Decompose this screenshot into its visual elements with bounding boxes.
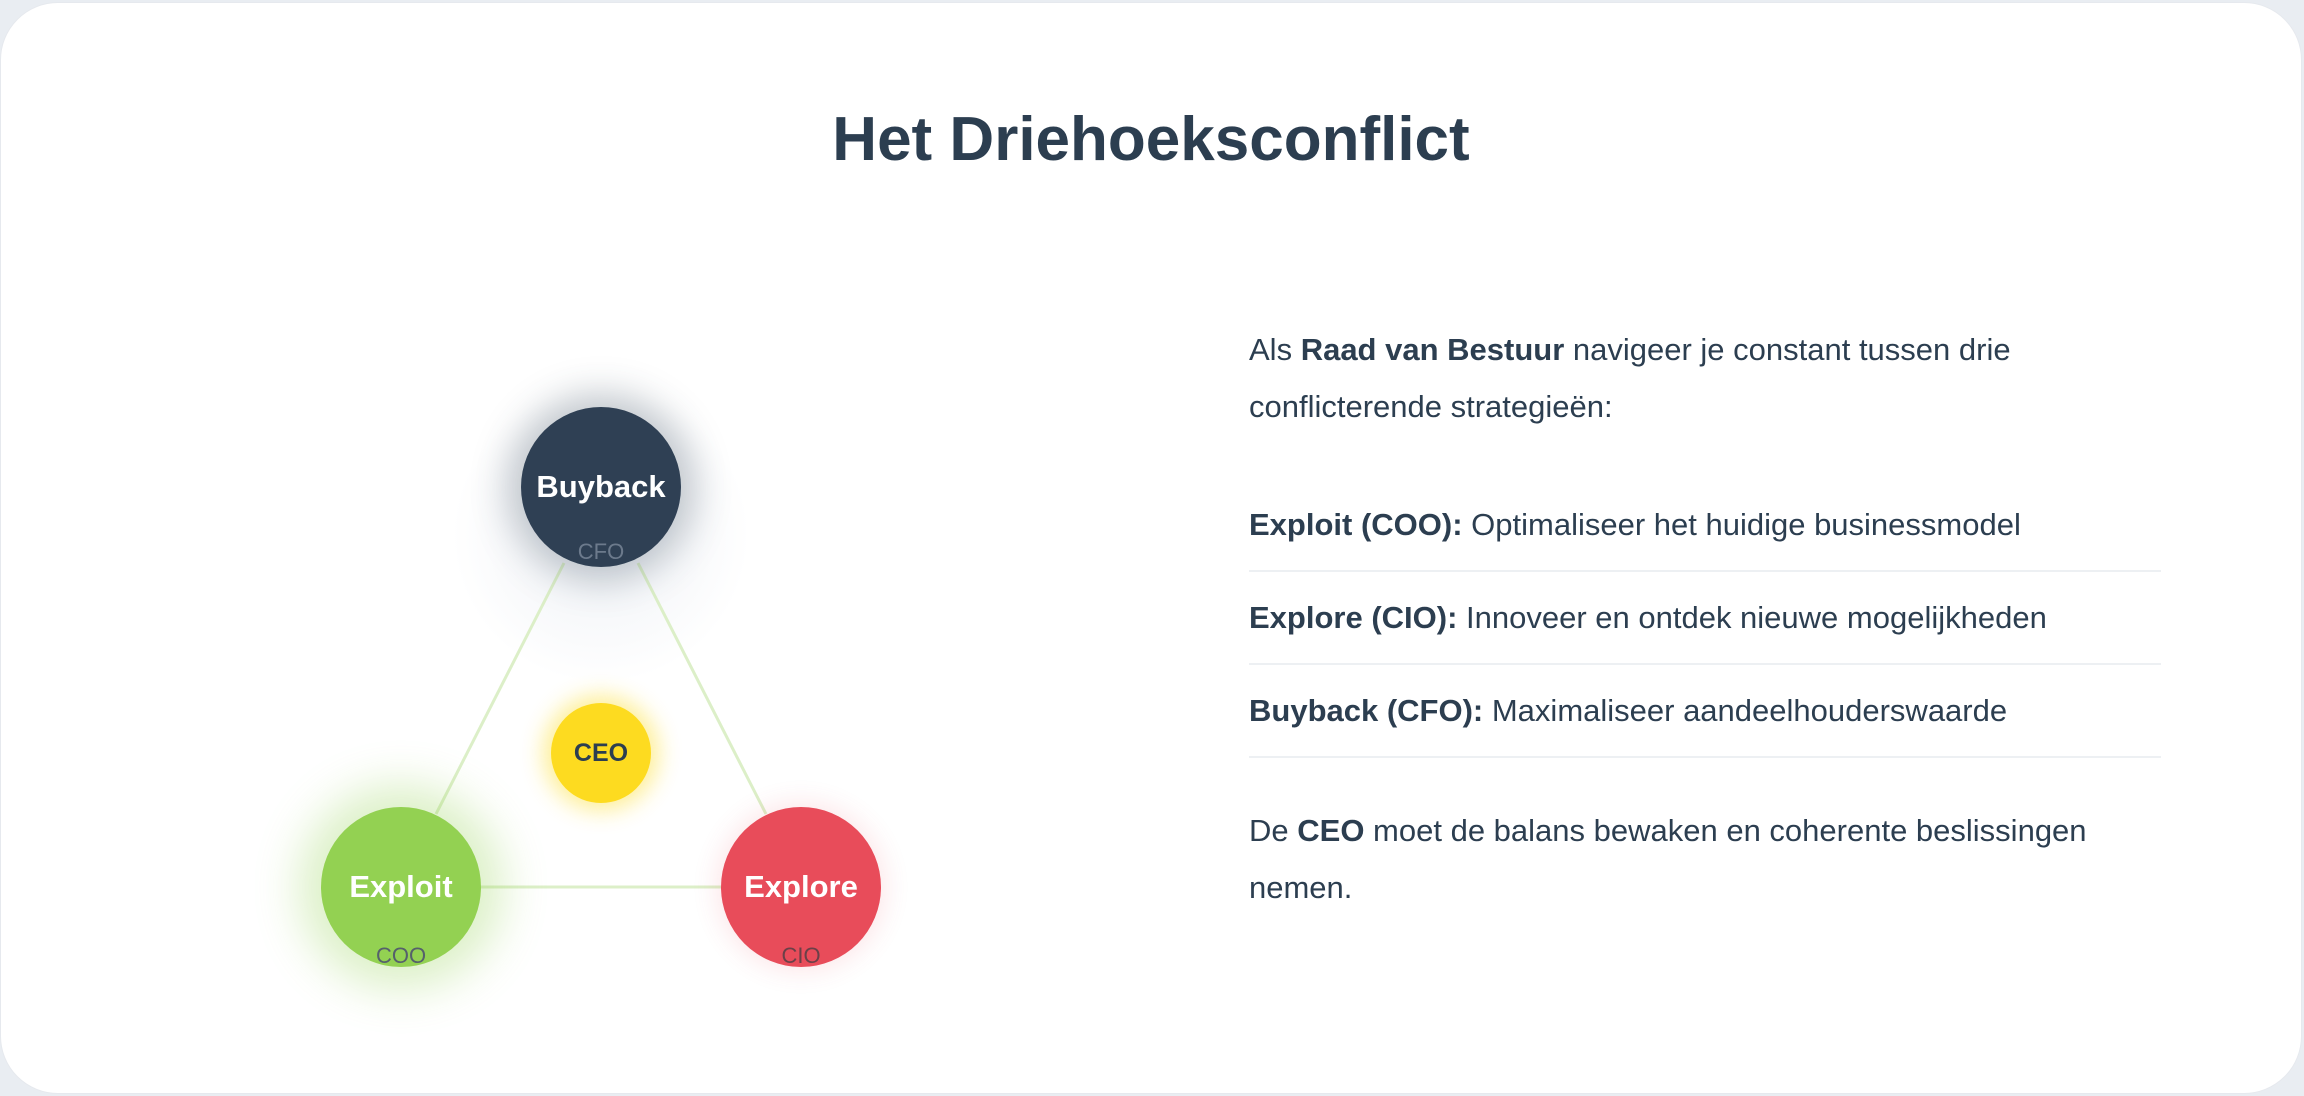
triangle-diagram: Buyback CFO Exploit COO Explore CIO CEO <box>251 383 951 1043</box>
page-title: Het Driehoeksconflict <box>832 105 1470 174</box>
strategy-head: Buyback (CFO): <box>1249 693 1484 728</box>
strategy-desc: Maximaliseer aandeelhouderswaarde <box>1483 693 2008 728</box>
explore-role: CIO <box>781 943 821 968</box>
buyback-label: Buyback <box>536 469 666 504</box>
intro-bold: Raad van Bestuur <box>1300 332 1565 367</box>
explore-node: Explore CIO <box>721 807 881 968</box>
exploit-node: Exploit COO <box>321 807 481 968</box>
exploit-role: COO <box>375 943 427 968</box>
strategy-desc: Optimaliseer het huidige businessmodel <box>1462 507 2021 542</box>
intro-paragraph: Als Raad van Bestuur navigeer je constan… <box>1249 321 2161 435</box>
explanation-panel: Als Raad van Bestuur navigeer je constan… <box>1249 321 2161 916</box>
line-buyback-explore <box>636 562 768 815</box>
strategy-head: Explore (CIO): <box>1249 600 1458 635</box>
strategy-item-exploit: Exploit (COO): Optimaliseer het huidige … <box>1249 479 2161 572</box>
buyback-role: CFO <box>577 539 625 564</box>
explore-label: Explore <box>744 869 858 904</box>
ceo-label: CEO <box>573 738 629 767</box>
outro-post: moet de balans bewaken en coherente besl… <box>1249 813 2087 905</box>
ceo-node: CEO <box>551 703 651 803</box>
strategy-head: Exploit (COO): <box>1249 507 1463 542</box>
exploit-label: Exploit <box>349 869 453 904</box>
strategy-desc: Innoveer en ontdek nieuwe mogelijkheden <box>1457 600 2047 635</box>
strategy-list: Exploit (COO): Optimaliseer het huidige … <box>1249 479 2161 758</box>
line-buyback-exploit <box>434 562 566 815</box>
outro-pre: De <box>1249 813 1298 848</box>
outro-paragraph: De CEO moet de balans bewaken en coheren… <box>1249 802 2161 916</box>
intro-pre: Als <box>1249 332 1301 367</box>
slide-card: Het Driehoeksconflict Buyback CFO Exploi… <box>0 2 2302 1094</box>
strategy-item-buyback: Buyback (CFO): Maximaliseer aandeelhoude… <box>1249 665 2161 758</box>
buyback-node: Buyback CFO <box>521 407 681 567</box>
strategy-item-explore: Explore (CIO): Innoveer en ontdek nieuwe… <box>1249 572 2161 665</box>
outro-bold: CEO <box>1297 813 1365 848</box>
